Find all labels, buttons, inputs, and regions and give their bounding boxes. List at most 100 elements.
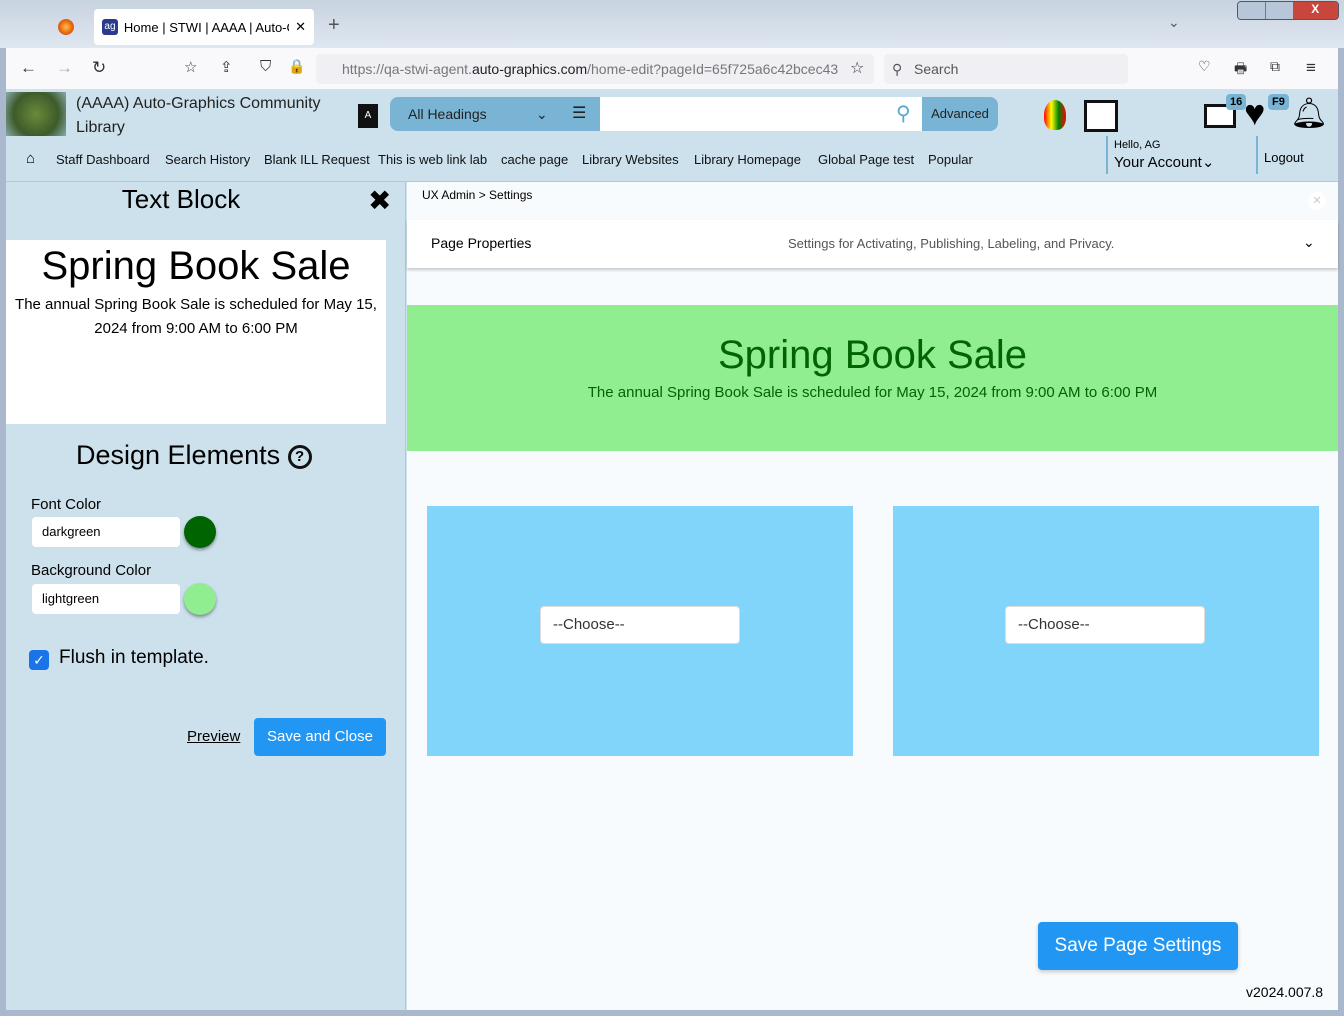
menu-icon[interactable]: ≡	[1306, 58, 1316, 78]
divider	[1256, 136, 1258, 174]
language-icon[interactable]: A	[358, 104, 378, 128]
save-and-close-button[interactable]: Save and Close	[254, 718, 386, 756]
url-path: /home-edit?pageId=65f725a6c42bcec43	[587, 61, 839, 77]
account-label: Your Account	[1114, 154, 1202, 171]
nav-link[interactable]: cache page	[501, 152, 568, 167]
home-icon[interactable]: ⌂	[26, 150, 35, 167]
background-color-swatch[interactable]	[184, 583, 216, 615]
preview-heading: Spring Book Sale	[41, 244, 351, 288]
star-icon[interactable]: ☆	[850, 58, 864, 78]
browser-navbar: ← → ↻ ☆ ⇪ ⛉ 🔒 https://qa-stwi-agent.auto…	[6, 48, 1338, 90]
balloon-icon[interactable]	[1044, 100, 1066, 130]
advanced-search-button[interactable]: Advanced	[922, 97, 998, 131]
share-icon[interactable]: ⇪	[220, 58, 233, 76]
nav-link[interactable]: Staff Dashboard	[56, 152, 150, 167]
spring-sale-banner: Spring Book Sale The annual Spring Book …	[407, 305, 1338, 451]
content-block-right: --Choose--	[893, 506, 1319, 756]
forward-icon[interactable]: →	[56, 58, 73, 78]
font-color-label: Font Color	[31, 496, 102, 513]
page-properties-title: Page Properties	[431, 235, 532, 251]
tab-title: Home | STWI | AAAA | Auto-Graphics	[123, 19, 289, 35]
url-prefix: https://qa-stwi-agent.	[342, 61, 472, 77]
browser-tab[interactable]: ag Home | STWI | AAAA | Auto-Graphics ✕	[94, 9, 314, 45]
font-color-input[interactable]: darkgreen	[32, 517, 180, 547]
url-bar[interactable]: https://qa-stwi-agent.auto-graphics.com/…	[316, 54, 874, 84]
print-icon[interactable]: 🖶	[1234, 58, 1247, 82]
flush-label: Flush in template.	[59, 647, 209, 668]
firefox-icon	[58, 19, 74, 35]
nav-link[interactable]: Library Websites	[582, 152, 679, 167]
save-page-settings-button[interactable]: Save Page Settings	[1038, 922, 1238, 970]
background-color-input[interactable]: lightgreen	[32, 584, 180, 614]
browser-search-box[interactable]: ⚲ Search	[884, 54, 1128, 84]
text-block-preview: Spring Book Sale The annual Spring Book …	[6, 240, 386, 424]
pocket-icon[interactable]: ♡	[1198, 58, 1211, 75]
lock-icon[interactable]: 🔒	[288, 58, 305, 75]
breadcrumb-settings: Settings	[489, 188, 533, 202]
design-title: Design Elements	[76, 440, 281, 470]
text-block-editor: Text Block ✖ Spring Book Sale The annual…	[6, 182, 406, 1010]
content-block-left: --Choose--	[427, 506, 853, 756]
divider	[1106, 136, 1108, 174]
reload-icon[interactable]: ↻	[92, 58, 106, 78]
shield-icon[interactable]: ⛉	[260, 58, 271, 75]
bell-icon[interactable]: 🔔︎	[1290, 96, 1328, 131]
choose-select-left[interactable]: --Choose--	[540, 606, 740, 644]
bookmark-page-icon[interactable]: ☆	[184, 58, 197, 76]
search-placeholder: Search	[914, 61, 959, 77]
back-icon[interactable]: ←	[20, 58, 37, 78]
nav-link[interactable]: Global Page test	[818, 152, 914, 167]
nav-link[interactable]: This is web link lab	[378, 152, 487, 167]
search-icon[interactable]: ⚲	[896, 101, 911, 126]
account-menu[interactable]: Your Account⌄	[1114, 153, 1214, 171]
background-color-label: Background Color	[31, 562, 152, 579]
font-color-swatch[interactable]	[184, 516, 216, 548]
nav-link[interactable]: Popular	[928, 152, 973, 167]
close-tab-icon[interactable]: ✕	[295, 19, 306, 35]
search-input[interactable]	[600, 97, 922, 131]
search-scope-select[interactable]: All Headings ⌄ ☰	[390, 97, 600, 131]
page-properties-desc: Settings for Activating, Publishing, Lab…	[788, 236, 1115, 251]
chevron-down-icon: ⌄	[1303, 234, 1315, 250]
library-name: (AAAA) Auto-Graphics Community Library	[76, 95, 321, 136]
chevron-down-icon: ⌄	[536, 106, 548, 122]
site-header: (AAAA) Auto-Graphics Community Library A…	[6, 90, 1338, 182]
heart-icon[interactable]: ♥	[1244, 92, 1265, 134]
extensions-icon[interactable]: ⧉	[1270, 58, 1280, 75]
new-tab-icon[interactable]: +	[328, 14, 340, 37]
nav-link[interactable]: Search History	[165, 152, 250, 167]
browser-tab-bar: agHome | STWI | AAAA | Auto-Graphics✕ + …	[0, 0, 1344, 48]
minimize-button[interactable]	[1238, 2, 1265, 19]
url-domain: auto-graphics.com	[471, 61, 588, 77]
search-catalog-icon[interactable]	[1084, 100, 1118, 132]
design-elements-heading: Design Elements ?	[76, 440, 312, 471]
breadcrumb-ux-admin[interactable]: UX Admin	[422, 188, 475, 202]
app: (AAAA) Auto-Graphics Community Library A…	[6, 90, 1338, 1010]
tab-list-chevron-icon[interactable]: ⌄	[1168, 14, 1180, 31]
site-favicon-icon: ag	[102, 19, 118, 35]
maximize-button[interactable]	[1264, 2, 1293, 19]
version-text: v2024.007.8	[1246, 984, 1324, 1000]
logout-link[interactable]: Logout	[1264, 150, 1304, 165]
database-icon[interactable]: ☰	[572, 97, 586, 131]
banner-text: The annual Spring Book Sale is scheduled…	[587, 384, 1158, 401]
library-logo[interactable]	[6, 92, 66, 136]
breadcrumb: UX Admin > Settings	[422, 188, 533, 202]
choose-select-right[interactable]: --Choose--	[1005, 606, 1205, 644]
flush-checkbox[interactable]: ✓	[29, 650, 49, 670]
close-circle-icon[interactable]: ✕	[1308, 192, 1326, 210]
page-properties-accordion[interactable]: Page Properties Settings for Activating,…	[407, 220, 1338, 268]
main-content: UX Admin > Settings ✕ Page Properties Se…	[407, 182, 1338, 1010]
close-window-button[interactable]: X	[1292, 2, 1338, 19]
nav-link[interactable]: Blank ILL Request	[264, 152, 370, 167]
preview-link[interactable]: Preview	[187, 728, 240, 745]
help-icon[interactable]: ?	[287, 444, 312, 469]
editor-title: Text Block	[121, 184, 241, 214]
search-scope-value: All Headings	[408, 106, 487, 122]
search-icon: ⚲	[892, 61, 903, 77]
favorites-badge: F9	[1268, 94, 1289, 110]
preview-text: The annual Spring Book Sale is scheduled…	[15, 296, 377, 337]
nav-link[interactable]: Library Homepage	[694, 152, 801, 167]
close-icon[interactable]: ✖	[368, 184, 391, 217]
banner-heading: Spring Book Sale	[717, 333, 1028, 377]
